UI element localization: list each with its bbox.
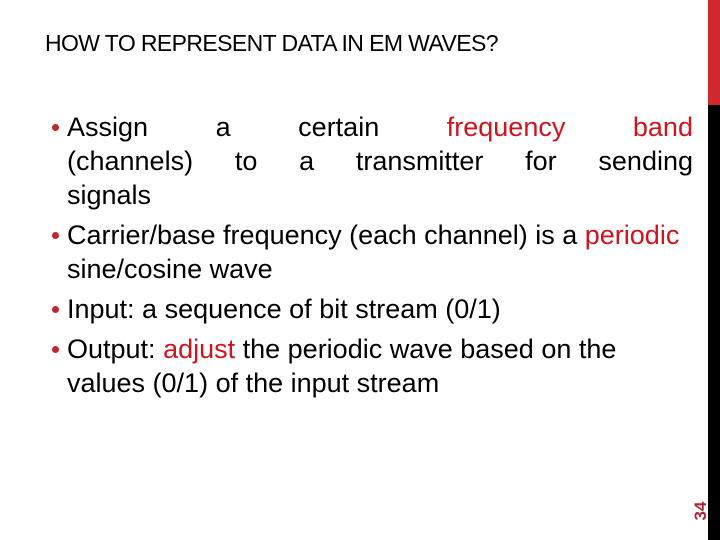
bullet-dot-icon [52, 232, 59, 239]
bullet-item: Input: a sequence of bit stream (0/1) [50, 292, 693, 326]
sidebar-accent-red [708, 0, 720, 105]
page-number: 34 [691, 501, 710, 521]
bullet-dot-icon [52, 124, 59, 131]
bullet-list: Assign a certain frequency band (channel… [50, 110, 693, 406]
bullet-dot-icon [52, 306, 59, 313]
bullet-item: Assign a certain frequency band (channel… [50, 110, 693, 212]
sidebar-accent-black [708, 105, 720, 540]
slide-title: HOW TO REPRESENT DATA IN EM WAVES? [45, 30, 498, 56]
bullet-dot-icon [52, 346, 59, 353]
bullet-text: Output: [67, 334, 164, 364]
bullet-text: Input: a sequence of bit stream (0/1) [67, 294, 501, 324]
bullet-line: Assign a certain frequency band [67, 110, 693, 144]
bullet-text: (channels) to a transmitter for sending … [67, 146, 693, 210]
highlight-text: periodic [584, 220, 680, 250]
bullet-text: Carrier/base frequency (each channel) is… [67, 220, 585, 250]
bullet-text: sine/cosine wave [67, 254, 273, 284]
highlight-text: frequency [446, 112, 566, 142]
highlight-text: adjust [163, 334, 236, 364]
bullet-item: Carrier/base frequency (each channel) is… [50, 218, 693, 286]
bullet-text: certain [298, 112, 380, 142]
bullet-item: Output: adjust the periodic wave based o… [50, 332, 693, 400]
highlight-text: band [632, 112, 693, 142]
bullet-text: Assign [67, 112, 149, 142]
bullet-text: a [215, 112, 231, 142]
